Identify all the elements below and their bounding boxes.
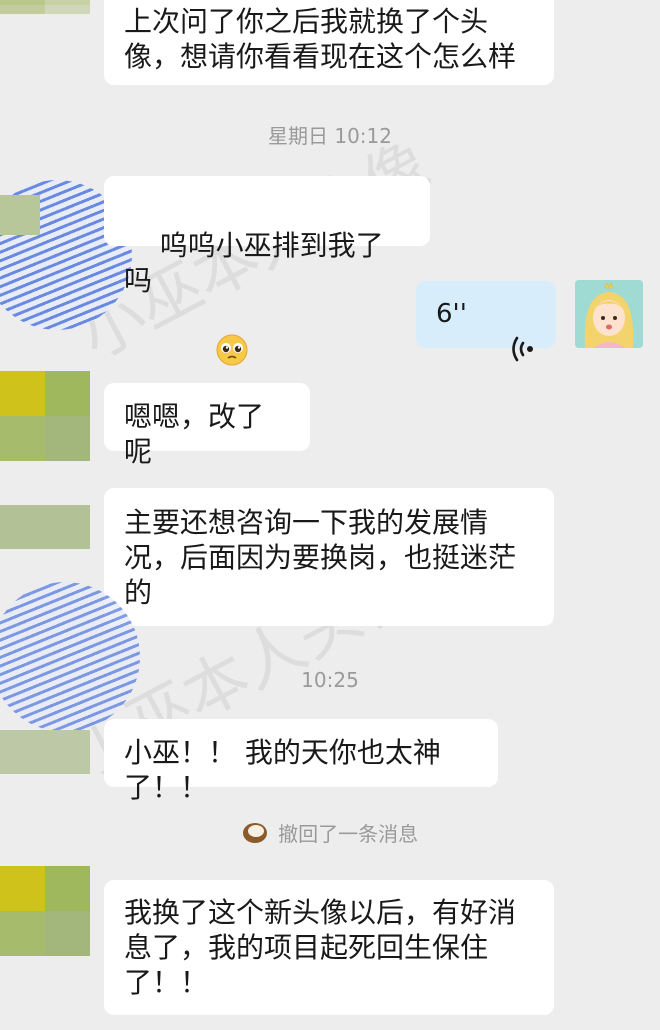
sender-avatar[interactable] (0, 0, 90, 14)
message-bubble[interactable]: 我换了这个新头像以后，有好消 息了，我的项目起死回生保住 了！！ (104, 880, 554, 1015)
recall-text: 撤回了一条消息 (278, 822, 419, 846)
message-bubble[interactable]: 呜呜小巫排到我了吗 (104, 176, 430, 366)
my-avatar[interactable] (575, 280, 643, 348)
timestamp: 10:25 (301, 668, 359, 692)
coconut-icon (242, 820, 268, 851)
sender-avatar[interactable] (0, 866, 90, 956)
sender-avatar[interactable] (0, 371, 90, 461)
sender-avatar[interactable] (0, 505, 90, 549)
voice-message-bubble[interactable]: 6'' (416, 281, 556, 362)
message-text: 呜呜小巫排到我了吗 (124, 229, 384, 297)
sender-avatar (0, 582, 140, 732)
sender-avatar[interactable] (0, 730, 90, 774)
recall-notice: 撤回了一条消息 (0, 820, 660, 851)
voice-wave-icon (457, 299, 536, 407)
sender-avatar-partial (0, 195, 40, 235)
timestamp: 星期日 10:12 (268, 124, 392, 148)
message-bubble[interactable]: 上次问了你之后我就换了个头 像，想请你看看现在这个怎么样 (104, 0, 554, 85)
message-bubble[interactable]: 主要还想咨询一下我的发展情 况，后面因为要换岗，也挺迷茫 的 (104, 488, 554, 626)
message-bubble[interactable]: 嗯嗯，改了呢 (104, 383, 310, 468)
message-bubble[interactable]: 小巫！！ 我的天你也太神了！！ (104, 719, 498, 804)
